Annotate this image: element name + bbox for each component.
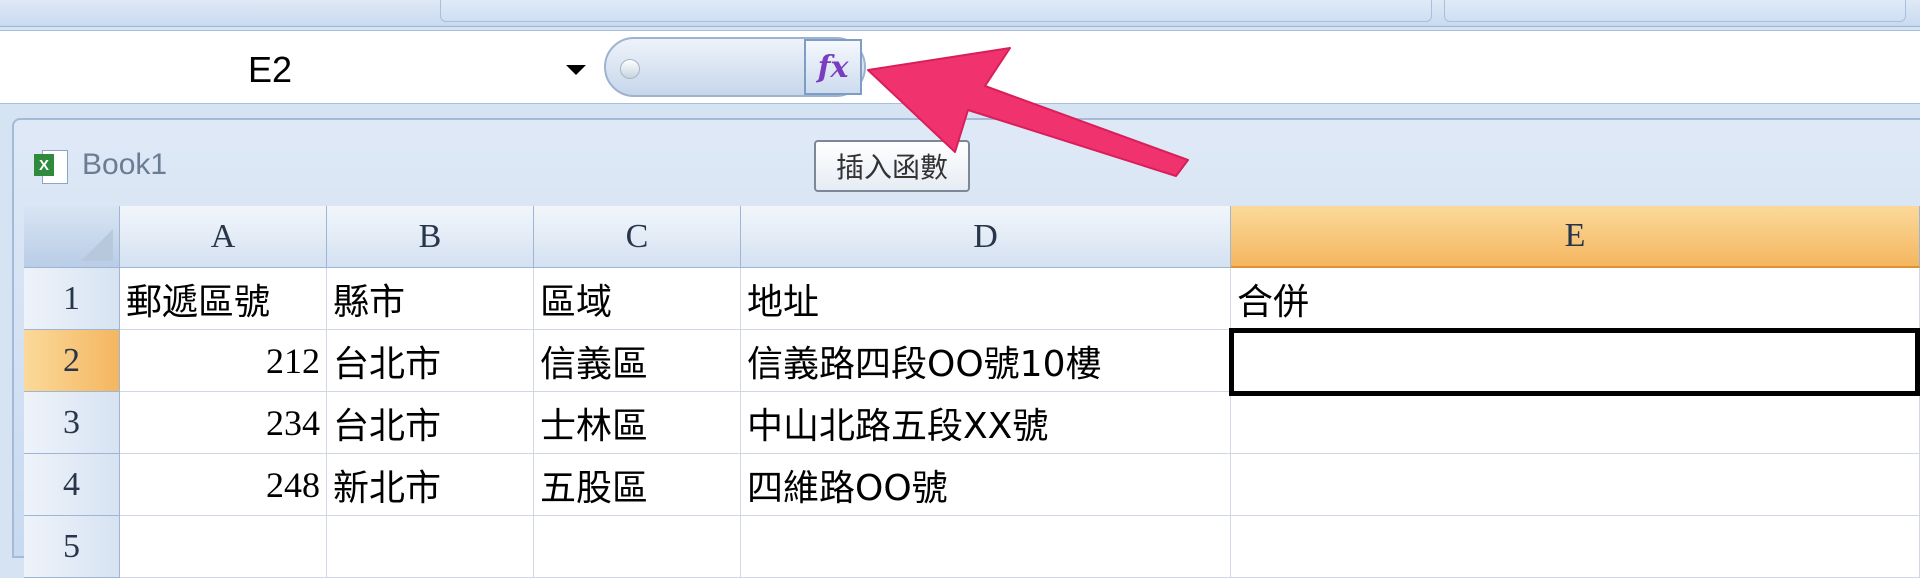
cell-a5[interactable] [120,516,327,578]
cell-d5[interactable] [741,516,1231,578]
workbook-title: Book1 [82,148,168,181]
cell-a4[interactable]: 248 [120,454,327,516]
name-box-dropdown-icon[interactable] [566,65,586,75]
column-header-e[interactable]: E [1231,206,1920,268]
ribbon-group [440,0,1432,22]
ribbon-group [1444,0,1906,22]
row-header-2[interactable]: 2 [24,330,120,392]
cell-c2[interactable]: 信義區 [534,330,741,392]
cell-d2[interactable]: 信義路四段OO號10樓 [741,330,1231,392]
cell-a3[interactable]: 234 [120,392,327,454]
column-header-b[interactable]: B [327,206,534,268]
select-all-button[interactable] [24,206,120,268]
cell-a2[interactable]: 212 [120,330,327,392]
cell-d1[interactable]: 地址 [741,268,1231,330]
formula-bar: E2 fx [0,30,1920,104]
cell-b2[interactable]: 台北市 [327,330,534,392]
resize-handle-icon[interactable] [620,59,640,79]
row-header-4[interactable]: 4 [24,454,120,516]
column-header-d[interactable]: D [741,206,1231,268]
row-header-1[interactable]: 1 [24,268,120,330]
cell-e5[interactable] [1231,516,1920,578]
cell-c3[interactable]: 士林區 [534,392,741,454]
cell-e4[interactable] [1231,454,1920,516]
cell-e3[interactable] [1231,392,1920,454]
column-header-c[interactable]: C [534,206,741,268]
ribbon-strip [0,0,1920,27]
fx-icon: fx [817,49,849,85]
cell-c4[interactable]: 五股區 [534,454,741,516]
excel-workbook-icon: X [34,148,68,184]
cell-b3[interactable]: 台北市 [327,392,534,454]
row-header-3[interactable]: 3 [24,392,120,454]
insert-function-button[interactable]: fx [804,39,862,95]
cell-e1[interactable]: 合併 [1231,268,1920,330]
cell-c1[interactable]: 區域 [534,268,741,330]
cell-d4[interactable]: 四維路OO號 [741,454,1231,516]
formula-input[interactable] [868,31,1920,103]
cell-b5[interactable] [327,516,534,578]
cell-c5[interactable] [534,516,741,578]
name-box[interactable]: E2 [0,31,590,103]
cell-b4[interactable]: 新北市 [327,454,534,516]
cell-b1[interactable]: 縣市 [327,268,534,330]
cell-a1[interactable]: 郵遞區號 [120,268,327,330]
name-box-value[interactable]: E2 [248,49,292,91]
row-header-5[interactable]: 5 [24,516,120,578]
cell-d3[interactable]: 中山北路五段XX號 [741,392,1231,454]
insert-function-tooltip: 插入函數 [814,140,970,192]
column-header-a[interactable]: A [120,206,327,268]
cell-e2[interactable] [1231,330,1920,392]
